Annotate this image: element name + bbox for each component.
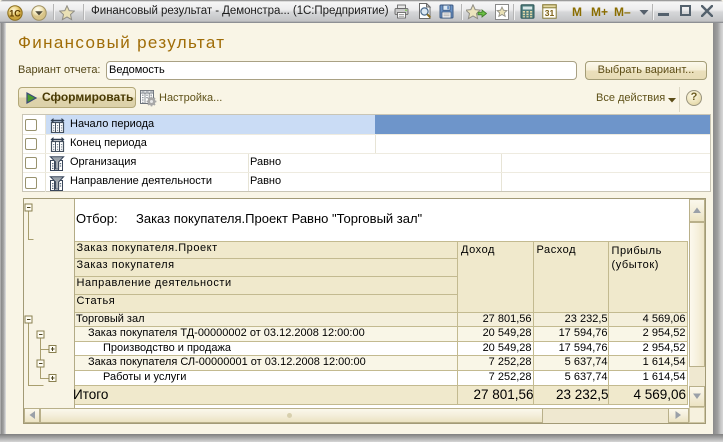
svg-text:31: 31 xyxy=(545,8,555,18)
svg-text:1С: 1С xyxy=(9,9,21,19)
